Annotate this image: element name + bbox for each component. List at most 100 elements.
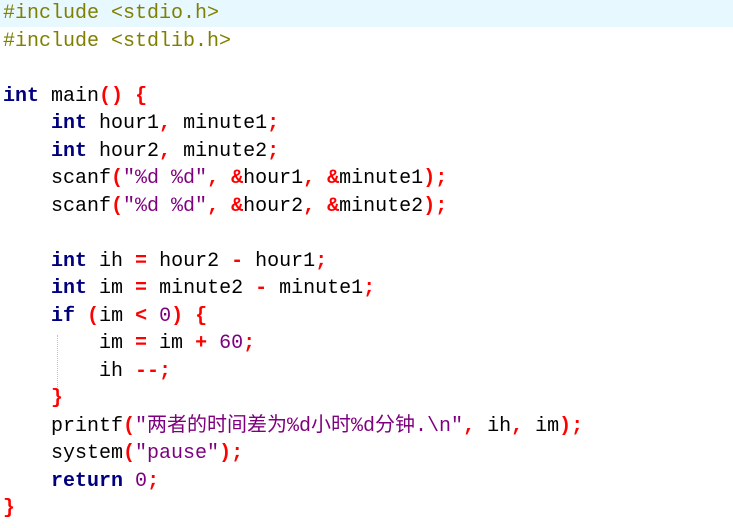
code-token: minute2 [339, 194, 424, 218]
code-token: "%d %d" [123, 167, 208, 190]
code-line[interactable]: int ih = hour2 - hour1; [3, 248, 327, 275]
code-token: ih [475, 414, 512, 438]
code-token: ( [123, 442, 136, 465]
code-token: 60 [219, 332, 244, 355]
code-token: = [135, 249, 148, 273]
code-token: #include <stdlib.h> [3, 29, 232, 53]
code-editor[interactable]: #include <stdio.h> #include <stdlib.h> int… [0, 0, 733, 528]
code-token: hour1 [243, 167, 304, 190]
code-token: im [99, 304, 136, 328]
code-token: printf [3, 414, 124, 438]
code-token: hour1 [243, 249, 316, 273]
code-token: ( [87, 304, 100, 328]
code-token: ih [87, 249, 136, 273]
code-token: ); [423, 167, 448, 190]
code-token: return [51, 469, 124, 493]
code-token: , [463, 414, 476, 438]
code-token: minute1 [171, 112, 268, 135]
code-token: ); [219, 442, 244, 465]
code-token: int [3, 84, 40, 108]
code-token: hour1 [87, 112, 160, 135]
code-token: = [135, 332, 148, 355]
code-line[interactable]: system("pause"); [3, 440, 243, 467]
code-token: int [51, 249, 88, 273]
code-line[interactable]: int hour1, minute1; [3, 110, 279, 137]
code-token: ( [111, 167, 124, 190]
code-line[interactable]: } [3, 385, 63, 412]
code-token: --; [135, 359, 172, 383]
code-line[interactable]: if (im < 0) { [3, 303, 207, 330]
code-line[interactable]: } [3, 495, 15, 522]
code-line[interactable]: scanf("%d %d", &hour2, &minute2); [3, 193, 447, 220]
code-token: 0 [135, 469, 148, 493]
code-token: "pause" [135, 442, 220, 465]
code-token: im [147, 332, 196, 355]
code-token: & [327, 167, 340, 190]
code-token: ); [423, 194, 448, 218]
code-token: ; [267, 139, 280, 163]
code-line[interactable]: #include <stdio.h> [0, 0, 733, 27]
code-token: , [159, 139, 172, 163]
code-line[interactable]: int im = minute2 - minute1; [3, 275, 375, 302]
code-token: hour2 [147, 249, 232, 273]
code-token: = [135, 277, 148, 300]
code-token: minute1 [267, 277, 364, 300]
code-token: & [231, 194, 244, 218]
code-line[interactable]: im = im + 60; [3, 330, 255, 357]
code-token: < [135, 304, 148, 328]
code-token: ; [267, 112, 280, 135]
code-token: ) [171, 304, 184, 328]
code-token: im [3, 332, 136, 355]
code-token: ih [3, 359, 136, 383]
code-token: , [511, 414, 524, 438]
code-token: } [51, 387, 64, 410]
code-token: - [231, 249, 244, 273]
code-token: , [207, 167, 220, 190]
code-token: , [207, 194, 220, 218]
code-token: } [3, 497, 16, 520]
code-token: minute2 [171, 139, 268, 163]
code-token: scanf [3, 167, 112, 190]
code-line[interactable]: int main() { [3, 83, 147, 110]
code-token: () [99, 84, 124, 108]
code-token: im [87, 277, 136, 300]
code-token: ( [123, 414, 136, 438]
code-line[interactable]: int hour2, minute2; [3, 138, 279, 165]
code-token: & [327, 194, 340, 218]
code-line[interactable]: return 0; [3, 468, 159, 495]
code-token: ; [147, 469, 160, 493]
code-token: ); [559, 414, 584, 438]
code-token: hour2 [243, 194, 304, 218]
code-token: - [255, 277, 268, 300]
code-line[interactable]: printf("两者的时间差为%d小时%d分钟.\n", ih, im); [3, 413, 583, 440]
code-token: + [195, 332, 208, 355]
code-token: & [231, 167, 244, 190]
code-token: scanf [3, 194, 112, 218]
code-token: ; [243, 332, 256, 355]
code-token: , [303, 194, 316, 218]
code-line[interactable]: scanf("%d %d", &hour1, &minute1); [3, 165, 447, 192]
code-token: ( [111, 194, 124, 218]
code-token: 0 [159, 304, 172, 328]
code-token: im [523, 414, 560, 438]
code-token: { [195, 304, 208, 328]
code-line[interactable]: ih --; [3, 358, 171, 385]
code-token: hour2 [87, 139, 160, 163]
code-line[interactable]: #include <stdlib.h> [3, 28, 231, 55]
code-token: int [51, 112, 88, 135]
